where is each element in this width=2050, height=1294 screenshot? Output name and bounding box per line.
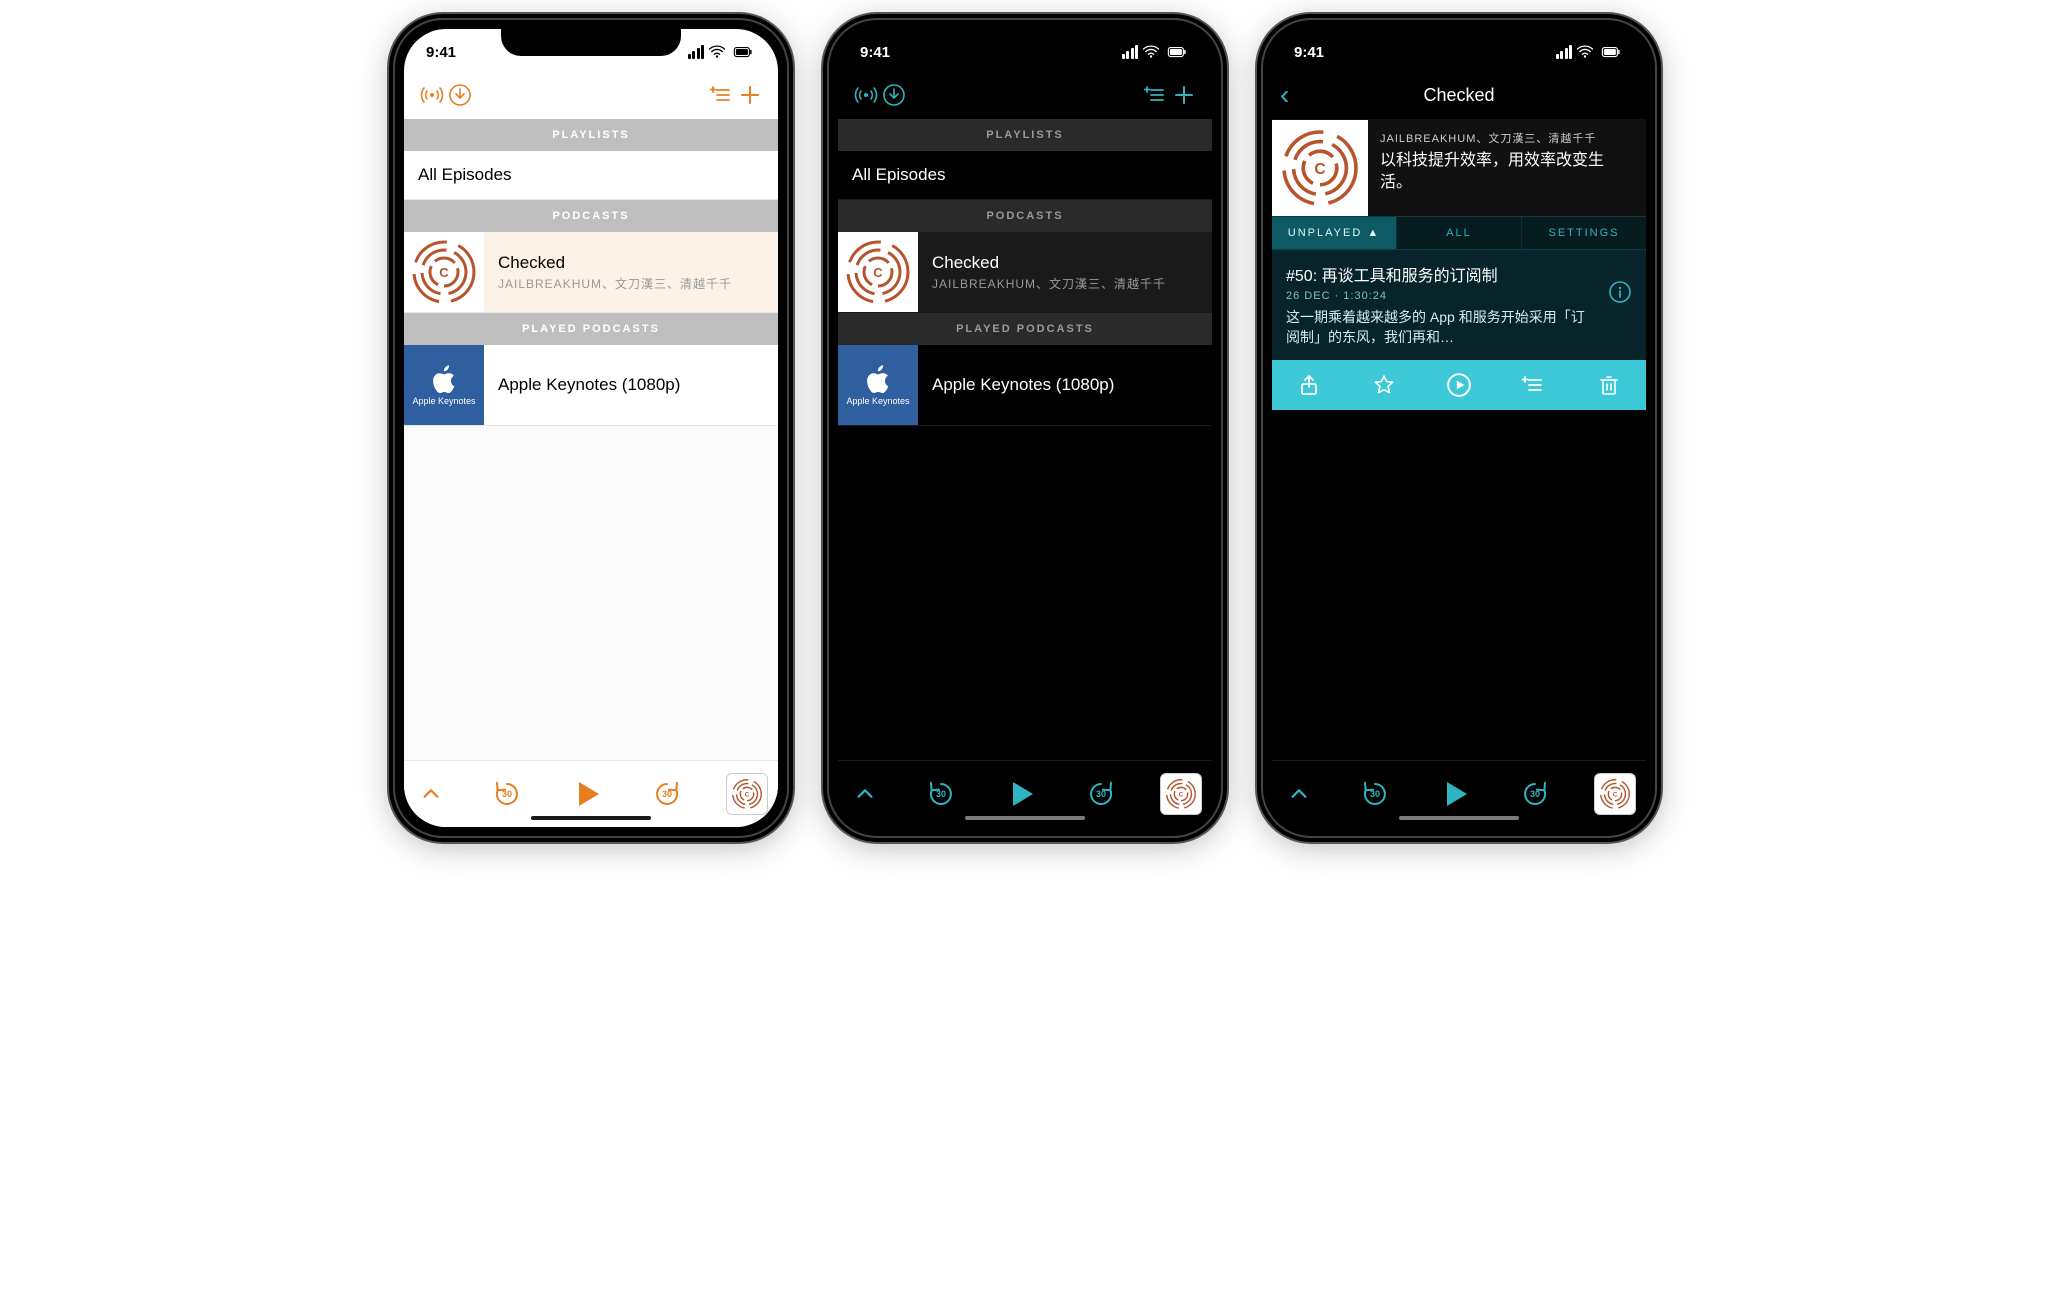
row-label: All Episodes <box>418 165 512 185</box>
cellular-icon <box>1556 45 1573 59</box>
play-icon[interactable] <box>566 777 608 811</box>
status-time: 9:41 <box>860 44 890 61</box>
skip-forward-icon[interactable]: 30 <box>650 777 684 811</box>
phone-podcast-detail: 9:41 ‹ Checked JAILBREAKHUM、文刀漢三、清越千千 以科… <box>1257 14 1661 842</box>
skip-back-icon[interactable]: 30 <box>490 777 524 811</box>
status-time: 9:41 <box>1294 44 1324 61</box>
back-icon[interactable]: ‹ <box>1280 81 1289 109</box>
add-icon[interactable] <box>736 81 764 109</box>
skip-forward-icon[interactable]: 30 <box>1084 777 1118 811</box>
star-icon[interactable] <box>1369 370 1399 400</box>
row-all-episodes[interactable]: All Episodes <box>404 151 778 200</box>
downloads-icon[interactable] <box>880 81 908 109</box>
section-header-podcasts: PODCASTS <box>838 200 1212 232</box>
row-all-episodes[interactable]: All Episodes <box>838 151 1212 200</box>
add-playlist-icon[interactable] <box>1142 81 1170 109</box>
notch <box>935 28 1115 56</box>
section-header-podcasts: PODCASTS <box>404 200 778 232</box>
toolbar <box>404 71 778 119</box>
tab-settings[interactable]: SETTINGS <box>1522 217 1646 249</box>
delete-icon[interactable] <box>1594 370 1624 400</box>
episode-summary: 这一期乘着越来越多的 App 和服务开始采用「订阅制」的东风，我们再和… <box>1286 308 1586 347</box>
podcast-header: JAILBREAKHUM、文刀漢三、清越千千 以科技提升效率，用效率改变生活。 <box>1272 120 1646 216</box>
row-podcast-checked[interactable]: Checked JAILBREAKHUM、文刀漢三、清越千千 <box>404 232 778 313</box>
battery-icon <box>1164 43 1190 61</box>
info-icon[interactable] <box>1608 280 1632 304</box>
section-header-played: PLAYED PODCASTS <box>404 313 778 345</box>
section-header-played: PLAYED PODCASTS <box>838 313 1212 345</box>
sort-indicator-icon: ▲ <box>1367 227 1380 239</box>
now-playing-art[interactable] <box>1160 773 1202 815</box>
podcast-title: Apple Keynotes (1080p) <box>932 375 1114 395</box>
row-played-apple-keynotes[interactable]: Apple Keynotes Apple Keynotes (1080p) <box>838 345 1212 426</box>
section-header-playlists: PLAYLISTS <box>838 119 1212 151</box>
podcast-byline: JAILBREAKHUM、文刀漢三、清越千千 <box>498 275 732 292</box>
navbar: ‹ Checked <box>1272 71 1646 120</box>
downloads-icon[interactable] <box>446 81 474 109</box>
tab-all[interactable]: ALL <box>1397 217 1522 249</box>
podcast-art-apple-keynotes: Apple Keynotes <box>404 345 484 425</box>
cellular-icon <box>1122 45 1139 59</box>
add-playlist-icon[interactable] <box>708 81 736 109</box>
art-label: Apple Keynotes <box>846 396 909 406</box>
notch <box>1369 28 1549 56</box>
wifi-icon <box>1576 43 1594 61</box>
notch <box>501 28 681 56</box>
expand-player-icon[interactable] <box>848 777 882 811</box>
add-to-queue-icon[interactable] <box>1519 370 1549 400</box>
nav-title: Checked <box>1423 85 1494 106</box>
play-episode-icon[interactable] <box>1444 370 1474 400</box>
skip-back-icon[interactable]: 30 <box>1358 777 1392 811</box>
battery-icon <box>730 43 756 61</box>
episode-row[interactable]: #50: 再谈工具和服务的订阅制 26 DEC · 1:30:24 这一期乘着越… <box>1272 250 1646 360</box>
home-indicator[interactable] <box>965 816 1085 820</box>
row-label: All Episodes <box>852 165 946 185</box>
episode-meta: 26 DEC · 1:30:24 <box>1286 290 1632 302</box>
row-podcast-checked[interactable]: Checked JAILBREAKHUM、文刀漢三、清越千千 <box>838 232 1212 313</box>
expand-player-icon[interactable] <box>414 777 448 811</box>
home-indicator[interactable] <box>531 816 651 820</box>
podcast-description: 以科技提升效率，用效率改变生活。 <box>1380 150 1634 193</box>
phone-dark-list: 9:41 PLAYLISTS All Episodes PODCASTS Che… <box>823 14 1227 842</box>
wifi-icon <box>708 43 726 61</box>
episode-action-bar <box>1272 360 1646 410</box>
broadcast-icon[interactable] <box>418 81 446 109</box>
share-icon[interactable] <box>1294 370 1324 400</box>
podcast-art-apple-keynotes: Apple Keynotes <box>838 345 918 425</box>
podcast-byline: JAILBREAKHUM、文刀漢三、清越千千 <box>932 275 1166 292</box>
podcast-art-checked <box>1272 120 1368 216</box>
broadcast-icon[interactable] <box>852 81 880 109</box>
play-icon[interactable] <box>1434 777 1476 811</box>
add-icon[interactable] <box>1170 81 1198 109</box>
art-label: Apple Keynotes <box>412 396 475 406</box>
podcast-byline: JAILBREAKHUM、文刀漢三、清越千千 <box>1380 130 1634 146</box>
tab-unplayed[interactable]: UNPLAYED ▲ <box>1272 217 1397 249</box>
skip-back-icon[interactable]: 30 <box>924 777 958 811</box>
podcast-art-checked <box>838 232 918 312</box>
segmented-tabs: UNPLAYED ▲ ALL SETTINGS <box>1272 216 1646 250</box>
row-played-apple-keynotes[interactable]: Apple Keynotes Apple Keynotes (1080p) <box>404 345 778 426</box>
status-time: 9:41 <box>426 44 456 61</box>
expand-player-icon[interactable] <box>1282 777 1316 811</box>
podcast-title: Checked <box>932 253 1166 273</box>
podcast-title: Apple Keynotes (1080p) <box>498 375 680 395</box>
toolbar <box>838 71 1212 119</box>
episode-title: #50: 再谈工具和服务的订阅制 <box>1286 262 1632 286</box>
skip-forward-icon[interactable]: 30 <box>1518 777 1552 811</box>
wifi-icon <box>1142 43 1160 61</box>
home-indicator[interactable] <box>1399 816 1519 820</box>
now-playing-art[interactable] <box>1594 773 1636 815</box>
play-icon[interactable] <box>1000 777 1042 811</box>
podcast-art-checked <box>404 232 484 312</box>
battery-icon <box>1598 43 1624 61</box>
now-playing-art[interactable] <box>726 773 768 815</box>
podcast-title: Checked <box>498 253 732 273</box>
section-header-playlists: PLAYLISTS <box>404 119 778 151</box>
cellular-icon <box>688 45 705 59</box>
phone-light-list: 9:41 PLAYLISTS All Episodes PODCASTS <box>389 14 793 842</box>
